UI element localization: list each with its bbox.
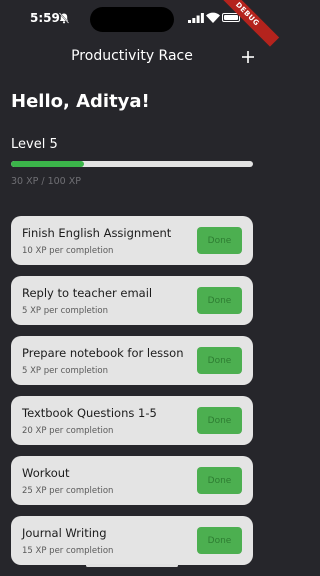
plus-icon[interactable]	[240, 49, 256, 65]
task-card: Workout 25 XP per completion Done	[11, 456, 253, 505]
greeting: Hello, Aditya!	[11, 91, 150, 112]
task-xp: 10 XP per completion	[22, 246, 114, 256]
app-title: Productivity Race	[71, 48, 193, 64]
status-time: 5:59	[30, 11, 60, 25]
task-xp: 5 XP per completion	[22, 306, 109, 316]
xp-progress-fill	[11, 161, 84, 167]
task-card: Prepare notebook for lesson 5 XP per com…	[11, 336, 253, 385]
task-xp: 25 XP per completion	[22, 486, 114, 496]
done-button[interactable]: Done	[197, 527, 242, 554]
done-button[interactable]: Done	[197, 467, 242, 494]
task-card: Finish English Assignment 10 XP per comp…	[11, 216, 253, 265]
debug-banner: DEBUG	[214, 0, 280, 47]
task-card: Journal Writing 15 XP per completion Don…	[11, 516, 253, 565]
xp-text: 30 XP / 100 XP	[11, 176, 81, 187]
wifi-icon	[206, 12, 220, 23]
dynamic-island	[90, 7, 174, 32]
bell-off-icon	[58, 12, 70, 24]
done-button[interactable]: Done	[197, 287, 242, 314]
home-indicator[interactable]	[86, 564, 178, 567]
level-label: Level 5	[11, 137, 58, 152]
done-button[interactable]: Done	[197, 227, 242, 254]
task-title: Prepare notebook for lesson	[22, 346, 184, 360]
xp-progress-bar	[11, 161, 253, 167]
done-button[interactable]: Done	[197, 347, 242, 374]
task-title: Journal Writing	[22, 526, 107, 540]
task-title: Finish English Assignment	[22, 226, 172, 240]
task-xp: 15 XP per completion	[22, 546, 114, 556]
task-title: Textbook Questions 1-5	[22, 406, 157, 420]
done-button[interactable]: Done	[197, 407, 242, 434]
task-card: Reply to teacher email 5 XP per completi…	[11, 276, 253, 325]
status-bar: 5:59 DEBUG	[0, 0, 280, 47]
task-card: Textbook Questions 1-5 20 XP per complet…	[11, 396, 253, 445]
task-xp: 20 XP per completion	[22, 426, 114, 436]
task-xp: 5 XP per completion	[22, 366, 109, 376]
task-title: Reply to teacher email	[22, 286, 153, 300]
task-list: Finish English Assignment 10 XP per comp…	[11, 216, 253, 576]
signal-icon	[188, 13, 204, 23]
task-title: Workout	[22, 466, 70, 480]
